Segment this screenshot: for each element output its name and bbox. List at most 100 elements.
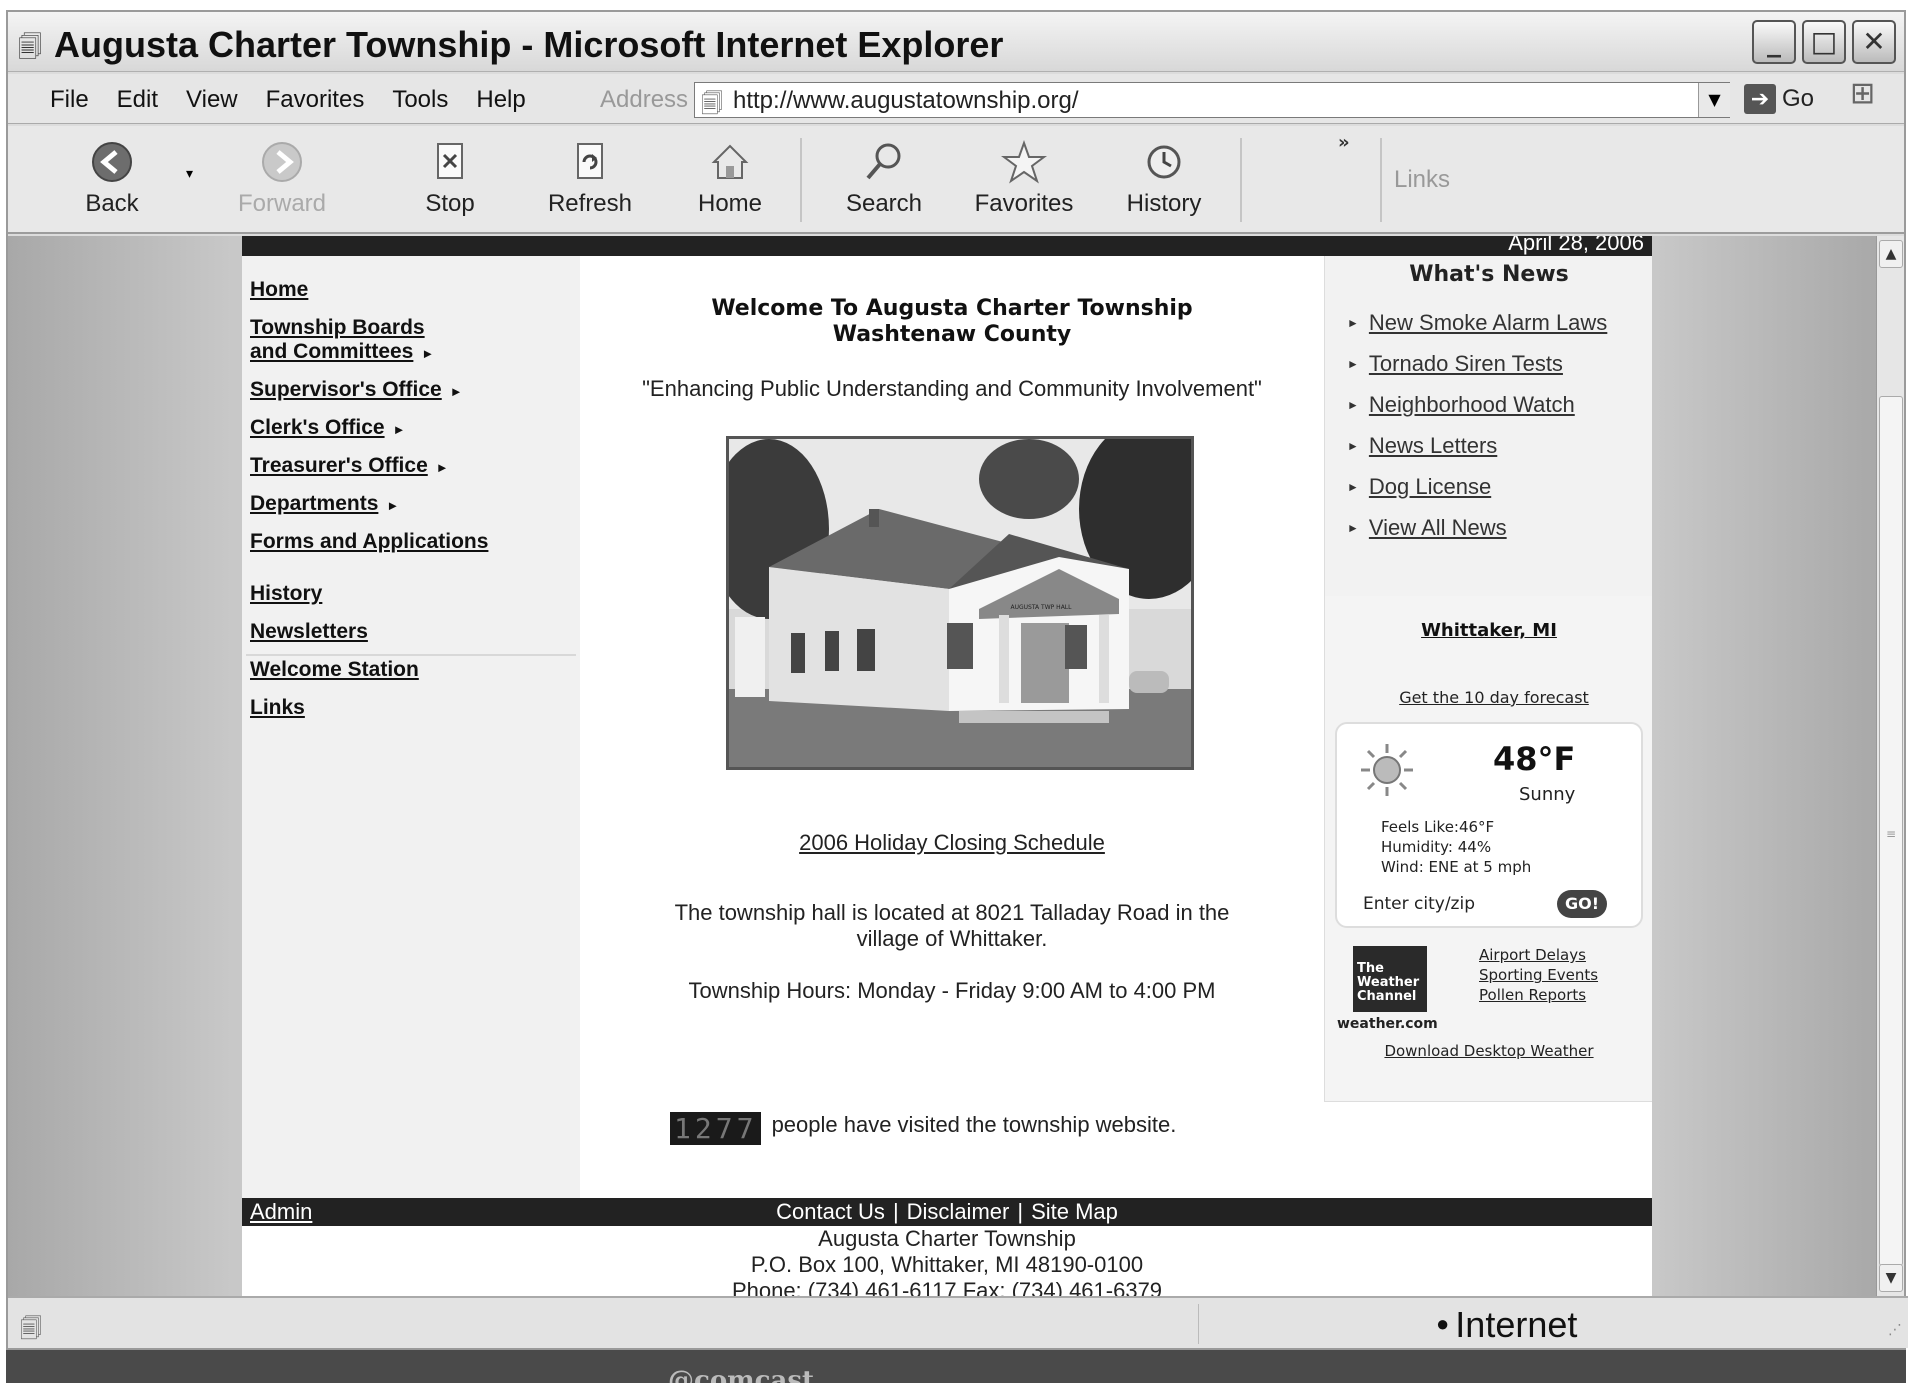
back-dropdown-icon[interactable]: ▾	[186, 166, 193, 182]
welcome-line-2: Washtenaw County	[832, 322, 1072, 347]
news-item[interactable]: ► News Letters	[1347, 433, 1497, 459]
forward-button[interactable]: Forward	[232, 140, 332, 218]
toolbar-chevron-icon[interactable]: »	[1338, 132, 1350, 153]
weather-site-label: weather.com	[1337, 1016, 1438, 1032]
page-viewport: April 28, 2006 Home Township Boards and …	[8, 236, 1880, 1296]
nav-departments[interactable]: Departments ►	[250, 492, 399, 516]
address-dropdown-button[interactable]: ▼	[1698, 83, 1730, 117]
news-item-label: View All News	[1368, 515, 1507, 540]
back-label: Back	[85, 190, 139, 217]
nav-links[interactable]: Links	[250, 696, 305, 720]
scroll-thumb[interactable]: ≡	[1879, 396, 1903, 1266]
nav-treasurers-office[interactable]: Treasurer's Office ►	[250, 454, 449, 478]
site-map-link[interactable]: Site Map	[1031, 1199, 1118, 1224]
menu-favorites[interactable]: Favorites	[266, 86, 365, 114]
vertical-scrollbar[interactable]: ▲ ≡ ▼	[1876, 236, 1904, 1296]
weather-go-button[interactable]: GO!	[1557, 890, 1607, 918]
nav-forms-and-applications[interactable]: Forms and Applications	[250, 530, 488, 554]
toolbar: Back ▾ Forward Stop Refresh Home Search …	[8, 126, 1904, 234]
menu-edit[interactable]: Edit	[117, 86, 158, 114]
address-url[interactable]: http://www.augustatownship.org/	[733, 87, 1079, 115]
nav-newsletters[interactable]: Newsletters	[250, 620, 368, 644]
news-item[interactable]: ► Dog License	[1347, 474, 1491, 500]
close-button[interactable]: ✕	[1852, 20, 1896, 64]
footer-links: Contact Us | Disclaimer | Site Map	[242, 1199, 1652, 1225]
pollen-reports-link[interactable]: Pollen Reports	[1479, 986, 1586, 1004]
news-item[interactable]: ► Neighborhood Watch	[1347, 392, 1575, 418]
go-arrow-icon: ➔	[1744, 84, 1776, 114]
history-button[interactable]: History	[1114, 140, 1214, 218]
disclaimer-link[interactable]: Disclaimer	[907, 1199, 1010, 1224]
window-controls: _ □ ✕	[1752, 20, 1896, 64]
news-item[interactable]: ► Tornado Siren Tests	[1347, 351, 1563, 377]
favorites-button[interactable]: Favorites	[974, 140, 1074, 218]
nav-supervisors-office[interactable]: Supervisor's Office ►	[250, 378, 463, 402]
welcome-line-1: Welcome To Augusta Charter Township	[711, 296, 1193, 321]
go-button[interactable]: ➔ Go	[1744, 84, 1814, 114]
weather-condition: Sunny	[1519, 784, 1576, 805]
holiday-schedule-link[interactable]: 2006 Holiday Closing Schedule	[580, 830, 1324, 856]
nav-treasurers-label: Treasurer's Office	[250, 454, 428, 477]
bullet-arrow-icon: ►	[1347, 398, 1359, 412]
grip-icon: ≡	[1886, 827, 1897, 841]
footer-separator: |	[892, 1199, 899, 1224]
home-button[interactable]: Home	[680, 140, 780, 218]
weather-wind: Wind: ENE at 5 mph	[1381, 858, 1532, 876]
status-panels	[1198, 1304, 1438, 1344]
menu-tools[interactable]: Tools	[392, 86, 448, 114]
minimize-button[interactable]: _	[1752, 20, 1796, 64]
search-button[interactable]: Search	[834, 140, 934, 218]
city-zip-field[interactable]: Enter city/zip	[1363, 894, 1475, 914]
resize-grip-icon[interactable]: ⋰	[1888, 1322, 1902, 1338]
nav-history[interactable]: History	[250, 582, 322, 606]
favorites-label: Favorites	[974, 190, 1074, 217]
footer-address: Augusta Charter Township P.O. Box 100, W…	[242, 1226, 1652, 1296]
address-field[interactable]: 🗐 http://www.augustatownship.org/	[694, 82, 1730, 118]
news-item[interactable]: ► New Smoke Alarm Laws	[1347, 310, 1607, 336]
news-item-label: Tornado Siren Tests	[1368, 351, 1563, 376]
nav-divider	[246, 654, 576, 656]
footer-separator: |	[1017, 1199, 1024, 1224]
news-item[interactable]: ► View All News	[1347, 515, 1507, 541]
back-button[interactable]: Back	[62, 140, 162, 218]
page-date: April 28, 2006	[1508, 236, 1644, 255]
bullet-arrow-icon: ►	[1347, 439, 1359, 453]
photo-sign-text: AUGUSTA TWP HALL	[1011, 604, 1073, 611]
nav-township-boards[interactable]: Township Boards	[250, 316, 425, 340]
forward-label: Forward	[237, 190, 327, 217]
nav-home[interactable]: Home	[250, 278, 308, 302]
news-title: What's News	[1409, 262, 1569, 287]
scroll-down-button[interactable]: ▼	[1879, 1264, 1903, 1292]
refresh-button[interactable]: Refresh	[540, 140, 640, 218]
title-bar[interactable]: 🗐 Augusta Charter Township - Microsoft I…	[8, 12, 1904, 72]
airport-delays-link[interactable]: Airport Delays	[1479, 946, 1586, 964]
toolbar-separator	[1240, 138, 1242, 222]
nav-clerks-label: Clerk's Office	[250, 416, 385, 439]
news-item-label: Dog License	[1368, 474, 1492, 499]
township-hall-photo: AUGUSTA TWP HALL	[726, 436, 1194, 770]
forecast-link[interactable]: Get the 10 day forecast	[1325, 688, 1663, 707]
history-label: History	[1126, 190, 1202, 217]
photo-caption: @comcast	[668, 1366, 815, 1383]
search-label: Search	[845, 190, 923, 217]
menu-file[interactable]: File	[50, 86, 89, 114]
sporting-events-link[interactable]: Sporting Events	[1479, 966, 1598, 984]
nav-committees[interactable]: and Committees ►	[250, 340, 434, 364]
stop-button[interactable]: Stop	[400, 140, 500, 218]
stop-label: Stop	[425, 190, 475, 217]
nav-welcome-station[interactable]: Welcome Station	[250, 658, 419, 682]
weather-city[interactable]: Whittaker, MI	[1325, 620, 1653, 641]
scroll-up-button[interactable]: ▲	[1879, 240, 1903, 268]
contact-us-link[interactable]: Contact Us	[776, 1199, 885, 1224]
nav-committees-label: and Committees	[250, 340, 414, 363]
sun-icon	[1361, 744, 1413, 796]
maximize-button[interactable]: □	[1802, 20, 1846, 64]
download-desktop-weather-link[interactable]: Download Desktop Weather	[1325, 1042, 1653, 1060]
refresh-icon	[577, 143, 603, 179]
menu-view[interactable]: View	[186, 86, 238, 114]
arrow-right-icon: ►	[449, 384, 463, 399]
nav-clerks-office[interactable]: Clerk's Office ►	[250, 416, 405, 440]
weather-channel-logo[interactable]: The Weather Channel	[1353, 946, 1427, 1012]
links-toolbar[interactable]: Links	[1394, 166, 1450, 194]
menu-help[interactable]: Help	[476, 86, 525, 114]
